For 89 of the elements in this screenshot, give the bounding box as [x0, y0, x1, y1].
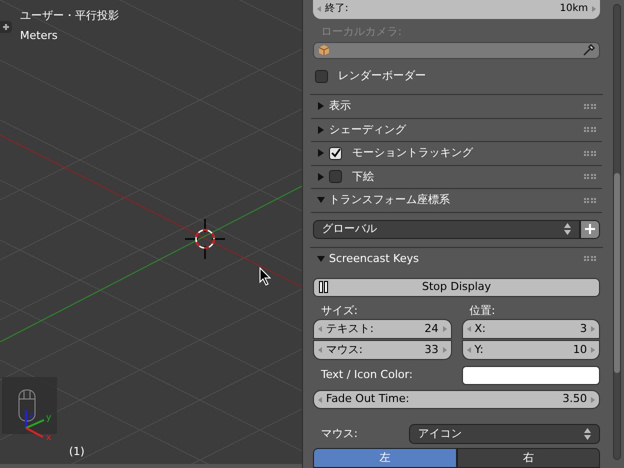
scrollbar-thumb[interactable]: [614, 173, 620, 373]
field-label: マウス:: [321, 426, 359, 442]
section-header[interactable]: トランスフォーム座標系: [311, 189, 602, 213]
right-arrow-icon[interactable]: [591, 326, 595, 332]
section-header[interactable]: 下絵: [311, 166, 602, 190]
section-header[interactable]: シェーディング: [311, 118, 602, 142]
cube-icon: [318, 44, 330, 56]
field-label: テキスト:: [326, 321, 374, 338]
mouse-dropdown[interactable]: アイコン: [409, 424, 600, 444]
updown-arrows-icon: [584, 428, 591, 440]
right-arrow-icon[interactable]: [592, 6, 596, 12]
checkbox[interactable]: [315, 70, 328, 83]
color-swatch[interactable]: [462, 366, 600, 385]
field-label: 終了:: [325, 4, 348, 14]
field-label: 位置:: [470, 303, 496, 320]
drag-grip-icon[interactable]: [584, 150, 596, 156]
collapsed-triangle-icon[interactable]: [317, 149, 325, 158]
frame-number: (1): [69, 445, 85, 459]
plus-icon: [584, 223, 596, 236]
left-arrow-icon[interactable]: [466, 347, 470, 354]
section-title: 下絵: [352, 168, 374, 185]
add-button[interactable]: [580, 220, 600, 240]
left-arrow-icon[interactable]: [318, 347, 322, 354]
number-field[interactable]: X: 3: [462, 319, 600, 340]
drag-grip-icon[interactable]: [584, 198, 596, 203]
add-tab-icon[interactable]: [0, 21, 12, 33]
dropdown-value: アイコン: [418, 426, 462, 442]
mouse-icon: [18, 389, 36, 423]
stop-display-button[interactable]: Stop Display: [313, 278, 600, 298]
expanded-triangle-icon[interactable]: [317, 196, 325, 204]
section-title: トランスフォーム座標系: [329, 192, 450, 208]
section-title: 表示: [329, 98, 351, 114]
checkbox[interactable]: [329, 146, 342, 160]
number-field[interactable]: マウス: 33: [313, 340, 452, 360]
camera-field[interactable]: [313, 42, 600, 60]
left-arrow-icon[interactable]: [318, 396, 322, 403]
scrollbar[interactable]: [613, 4, 621, 460]
field-label: Fade Out Time:: [326, 391, 410, 408]
collapsed-triangle-icon[interactable]: [317, 102, 325, 110]
section-title: モーショントラッキング: [352, 145, 473, 162]
clip-end-field[interactable]: 終了: 10km: [313, 0, 600, 19]
section-title: Screencast Keys: [329, 250, 419, 267]
field-value: 24: [424, 321, 438, 338]
units-label: Meters: [20, 29, 58, 43]
view-name: ユーザー・平行投影: [20, 9, 119, 23]
cursor-crosshair-icon: [185, 219, 225, 259]
updown-arrows-icon: [564, 223, 571, 236]
field-value: 10km: [560, 4, 588, 14]
axis-gizmo-drawing: z y x: [22, 408, 56, 444]
section-header[interactable]: Screencast Keys: [311, 248, 602, 270]
checkbox[interactable]: [329, 170, 342, 184]
eyedropper-icon[interactable]: [583, 44, 595, 56]
mouse-pointer-icon: [259, 267, 271, 286]
right-arrow-icon[interactable]: [442, 326, 446, 332]
drag-grip-icon[interactable]: [584, 127, 596, 132]
field-value: 10: [573, 342, 587, 358]
fade-time-field[interactable]: Fade Out Time: 3.50: [313, 390, 600, 410]
section-header[interactable]: 表示: [311, 95, 602, 119]
field-label: Text / Icon Color:: [321, 366, 414, 383]
right-arrow-icon[interactable]: [591, 396, 595, 403]
collapsed-triangle-icon[interactable]: [317, 126, 325, 134]
drag-grip-icon[interactable]: [584, 104, 596, 109]
expanded-triangle-icon[interactable]: [317, 254, 325, 263]
number-field[interactable]: テキスト: 24: [313, 319, 452, 340]
left-arrow-icon[interactable]: [317, 6, 321, 12]
collapsed-triangle-icon[interactable]: [317, 172, 325, 181]
screencast-mouse-overlay: [2, 377, 57, 434]
orientation-dropdown[interactable]: グローバル: [313, 220, 580, 240]
pause-icon: [319, 281, 328, 294]
field-value: 33: [424, 342, 438, 358]
section-title: シェーディング: [329, 122, 406, 138]
field-value: 3.50: [562, 391, 587, 408]
drag-grip-icon[interactable]: [584, 256, 596, 262]
field-label: マウス:: [326, 342, 363, 358]
field-label: Y:: [474, 342, 484, 358]
toggle-button[interactable]: 右: [456, 448, 600, 468]
field-value: 3: [580, 321, 587, 338]
drag-grip-icon[interactable]: [584, 174, 596, 180]
section-header[interactable]: モーショントラッキング: [311, 142, 602, 166]
right-arrow-icon[interactable]: [591, 347, 595, 354]
dropdown-value: グローバル: [322, 221, 377, 238]
left-arrow-icon[interactable]: [318, 326, 322, 332]
field-label: サイズ:: [321, 303, 359, 320]
toggle-button[interactable]: 左: [313, 448, 456, 468]
field-label: X:: [474, 321, 486, 338]
number-field[interactable]: Y: 10: [462, 340, 600, 360]
right-arrow-icon[interactable]: [442, 347, 446, 354]
left-arrow-icon[interactable]: [466, 326, 470, 332]
checkbox-label: レンダーボーダー: [338, 68, 426, 84]
